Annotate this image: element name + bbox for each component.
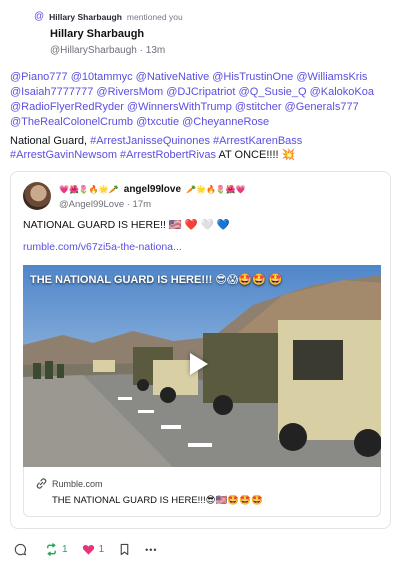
author-handle[interactable]: @HillarySharbaugh (50, 45, 137, 56)
link-icon (36, 478, 47, 489)
reply-button[interactable] (14, 543, 31, 556)
repost-icon (47, 543, 56, 556)
video-thumbnail[interactable]: THE NATIONAL GUARD IS HERE!!! 😎😱🤩🤩 🤩 (23, 265, 381, 467)
avatar[interactable] (23, 182, 51, 210)
post-body: National Guard, #ArrestJanisseQuinones #… (10, 134, 395, 162)
quoted-text: NATIONAL GUARD IS HERE!! 🇺🇸 ❤️ 🤍 💙 (23, 219, 230, 231)
link-preview[interactable]: Rumble.com THE NATIONAL GUARD IS HERE!!!… (23, 467, 381, 517)
name-emoji-suffix: 🥕🌟🔥🌷🌺💗 (186, 185, 246, 194)
hashtags-line-2[interactable]: #ArrestGavinNewsom #ArrestRobertRivas (10, 149, 216, 161)
quoted-handle[interactable]: @Angel99Love (59, 199, 124, 210)
more-options-button[interactable]: ••• (145, 545, 157, 555)
repost-button[interactable]: 1 (45, 543, 68, 556)
more-icon: ••• (145, 544, 158, 555)
mentions-list[interactable]: @Piano777 @10tammyc @NativeNative @HisTr… (10, 70, 395, 130)
quoted-author-name-line: 💗🌺🌷🔥🌟🥕 angel99love 🥕🌟🔥🌷🌺💗 (59, 184, 246, 195)
play-icon[interactable] (190, 353, 208, 375)
post-actions: 1 1 ••• (14, 543, 158, 556)
quoted-author-name[interactable]: angel99love (124, 184, 181, 195)
bookmark-button[interactable] (118, 543, 131, 556)
link-preview-domain-line: Rumble.com (35, 477, 103, 490)
comment-icon (14, 543, 27, 556)
notification-action: mentioned you (126, 11, 183, 22)
author-handle-line: @HillarySharbaugh · 13m (50, 45, 165, 56)
repost-count: 1 (62, 544, 68, 555)
like-count: 1 (98, 544, 105, 555)
heart-icon (82, 544, 94, 555)
bookmark-icon (120, 543, 129, 556)
name-emoji-prefix: 💗🌺🌷🔥🌟🥕 (59, 185, 119, 194)
hashtags-line-1[interactable]: #ArrestJanisseQuinones #ArrestKarenBass (90, 135, 302, 147)
at-icon: @ (34, 11, 45, 22)
video-overlay-title: THE NATIONAL GUARD IS HERE!!! 😎😱🤩🤩 🤩 (30, 274, 283, 286)
quoted-post-card[interactable]: 💗🌺🌷🔥🌟🥕 angel99love 🥕🌟🔥🌷🌺💗 @Angel99Love ·… (10, 171, 391, 529)
link-preview-domain: Rumble.com (52, 478, 103, 489)
mention-notification: @ Hillary Sharbaugh mentioned you (34, 11, 183, 22)
author-name[interactable]: Hillary Sharbaugh (50, 28, 165, 40)
post-time: · 13m (139, 45, 166, 56)
quoted-time: · 17m (126, 199, 152, 210)
post-outro: AT ONCE!!!! 💥 (216, 149, 296, 161)
quoted-link[interactable]: rumble.com/v67zi5a-the-nationa... (23, 241, 182, 253)
like-button[interactable]: 1 (82, 543, 105, 556)
notifier-name[interactable]: Hillary Sharbaugh (49, 12, 122, 22)
post-intro: National Guard, (10, 135, 91, 147)
post-author: Hillary Sharbaugh @HillarySharbaugh · 13… (50, 28, 165, 56)
link-preview-title: THE NATIONAL GUARD IS HERE!!!😎🇺🇸🤩🤩🤩 (52, 495, 263, 506)
quoted-handle-line: @Angel99Love · 17m (59, 199, 151, 210)
